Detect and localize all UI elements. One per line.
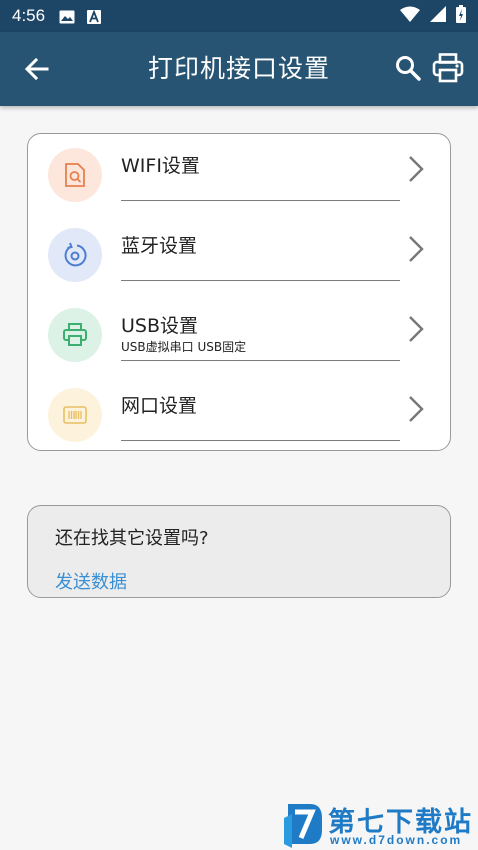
search-icon [396, 56, 421, 81]
settings-item-icon [48, 308, 102, 362]
print-button[interactable] [432, 53, 464, 83]
image-icon [59, 9, 75, 24]
settings-item-icon [48, 228, 102, 282]
divider [121, 200, 400, 201]
settings-item-icon [48, 388, 102, 442]
settings-item-subtitle: USB虚拟串口 USB固定 [121, 340, 247, 354]
back-button[interactable] [22, 54, 52, 84]
search-button[interactable] [394, 54, 422, 82]
chevron-right-icon [409, 316, 424, 342]
printer-icon [63, 323, 87, 346]
document-search-icon [65, 163, 85, 187]
settings-item-title: USB设置 [121, 315, 199, 337]
rotate-circle-icon [64, 242, 87, 267]
send-data-link[interactable]: 发送数据 [55, 568, 127, 594]
a-notification-icon [87, 9, 103, 24]
watermark: 第七下载站 www.d7down.com [282, 798, 478, 850]
chevron-right-icon [409, 156, 424, 182]
status-time: 4:56 [12, 6, 46, 25]
divider [121, 360, 400, 361]
wifi-icon [400, 6, 420, 26]
help-question: 还在找其它设置吗? [55, 528, 209, 549]
battery-icon [456, 5, 466, 27]
chevron-right-icon [409, 396, 424, 422]
divider [121, 280, 400, 281]
settings-item-title: 网口设置 [121, 395, 198, 417]
watermark-url: www.d7down.com [330, 833, 463, 847]
barcode-icon [63, 406, 87, 424]
settings-item-usb[interactable]: USB设置 USB虚拟串口 USB固定 [28, 294, 452, 374]
settings-item-title: 蓝牙设置 [121, 235, 198, 257]
chevron-right-icon [409, 236, 424, 262]
app-bar: 打印机接口设置 [0, 32, 478, 106]
arrow-left-icon [24, 57, 49, 81]
watermark-logo-icon [284, 804, 322, 848]
settings-item-bluetooth[interactable]: 蓝牙设置 [28, 214, 452, 294]
interface-settings-card: WIFI设置 蓝牙设置 USB设置 USB虚拟串口 USB固定 网口设置 [27, 133, 451, 451]
printer-icon [432, 53, 464, 83]
status-bar: 4:56 [0, 0, 478, 32]
settings-item-title: WIFI设置 [121, 155, 200, 177]
settings-item-wifi[interactable]: WIFI设置 [28, 134, 452, 214]
help-card: 还在找其它设置吗? 发送数据 [27, 505, 451, 598]
settings-item-icon [48, 148, 102, 202]
settings-item-ethernet[interactable]: 网口设置 [28, 374, 452, 454]
signal-icon [430, 6, 446, 26]
divider [121, 440, 400, 441]
